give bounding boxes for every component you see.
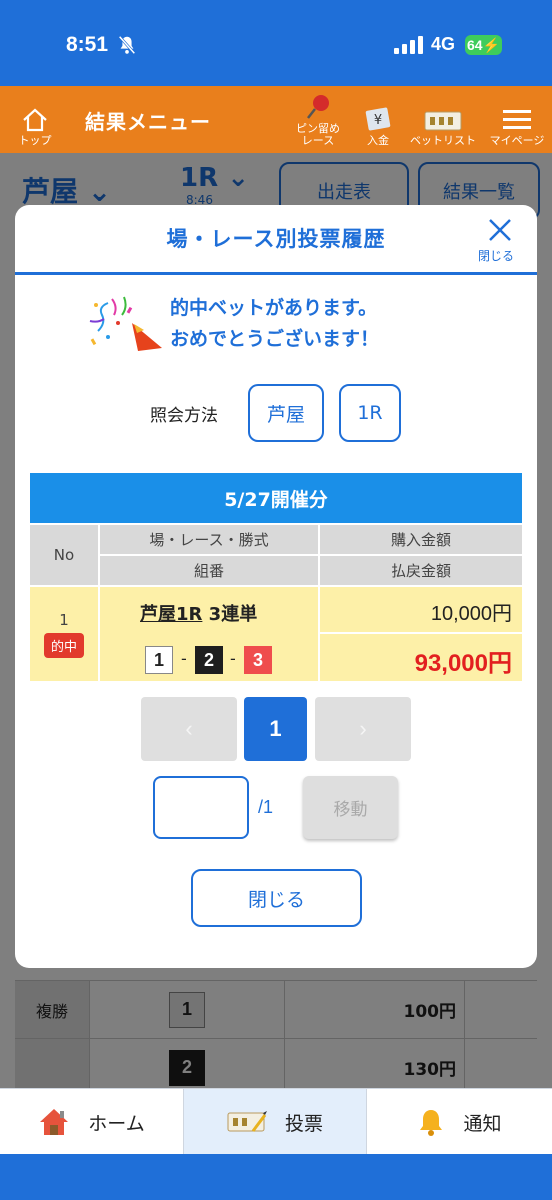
combo-second: 2 [195, 646, 223, 674]
title-divider [15, 272, 537, 275]
deposit-button[interactable]: ¥ 入金 [356, 86, 400, 153]
date-header: 5/27開催分 [30, 473, 522, 523]
battery-icon: 64 ⚡ [465, 35, 502, 55]
hit-badge: 的中 [43, 632, 84, 658]
combo-first: 1 [145, 646, 173, 674]
nav-home[interactable]: ホーム [0, 1089, 183, 1155]
signal-icon [394, 36, 423, 54]
payout-amount: 93,000円 [414, 650, 512, 677]
status-time: 8:51 [66, 33, 109, 56]
battery-level: 64 [466, 37, 483, 53]
deposit-label: 入金 [367, 134, 389, 147]
nav-home-label: ホーム [88, 1112, 145, 1135]
query-race-button[interactable]: 1R [339, 384, 401, 442]
current-page-button[interactable]: 1 [244, 697, 307, 761]
party-popper-icon [89, 296, 162, 351]
bet-history-modal: 場・レース別投票履歴 閉じる 的中ベットがあります。 おめでとうございます！ 照… [15, 205, 537, 968]
bell-icon [420, 1110, 443, 1136]
col-no: No [30, 525, 98, 585]
combo-third: 3 [244, 646, 272, 674]
col-purchase: 購入金額 [320, 525, 522, 554]
pin-label: ピン留め レース [296, 122, 340, 147]
top-label: トップ [18, 134, 52, 147]
modal-title: 場・レース別投票履歴 [166, 227, 386, 251]
nav-notify[interactable]: 通知 [367, 1089, 552, 1155]
close-label[interactable]: 閉じる [478, 247, 514, 264]
bottom-nav: ホーム 投票 通知 [0, 1088, 552, 1155]
col-race: 場・レース・勝式 [100, 525, 318, 554]
svg-text:¥: ¥ [374, 113, 382, 128]
hamburger-icon [503, 110, 531, 129]
purchase-amount: 10,000円 [430, 603, 512, 625]
congrats-message: 的中ベットがあります。 おめでとうございます！ [170, 293, 379, 355]
house-icon [40, 1109, 69, 1135]
menu-title: 結果メニュー [85, 110, 211, 134]
congrats-line-1: 的中ベットがあります。 [170, 297, 378, 319]
bet-ticket-icon [227, 1111, 267, 1132]
race-link[interactable]: 芦屋1R [140, 604, 202, 625]
page-total: /1 [258, 797, 274, 817]
col-combo: 組番 [100, 556, 318, 585]
query-method-label: 照会方法 [150, 406, 218, 426]
nav-vote[interactable]: 投票 [184, 1089, 366, 1155]
next-page-button[interactable]: › [315, 697, 411, 761]
network-label: 4G [431, 34, 456, 54]
combo-dash: - [181, 649, 187, 668]
bet-type: 3連単 [208, 604, 258, 625]
bell-off-icon [118, 35, 136, 55]
move-button[interactable]: 移動 [303, 776, 398, 839]
home-outline-icon [23, 108, 47, 132]
bottom-bar [0, 1154, 552, 1200]
page-number-input[interactable] [153, 776, 249, 839]
nav-vote-label: 投票 [284, 1112, 323, 1135]
combo-dash: - [230, 649, 236, 668]
prev-page-button[interactable]: ‹ [141, 697, 237, 761]
congrats-line-2: おめでとうございます！ [170, 328, 380, 350]
query-venue-button[interactable]: 芦屋 [248, 384, 324, 442]
col-payout: 払戻金額 [320, 556, 522, 585]
nav-notify-label: 通知 [463, 1112, 502, 1135]
yen-ticket-icon: ¥ [365, 107, 391, 131]
betlist-icon [424, 111, 462, 131]
betlist-label: ベットリスト [410, 134, 476, 147]
close-icon[interactable] [485, 215, 515, 245]
mypage-button[interactable]: マイページ [486, 86, 548, 153]
race-detail: 芦屋1R 3連単 [140, 600, 257, 626]
status-bar: 8:51 4G 64 ⚡ [0, 0, 552, 86]
top-button[interactable]: トップ [10, 86, 60, 153]
row-number-value: 1 [59, 610, 69, 629]
pin-race-button[interactable]: ピン留め レース [283, 86, 353, 153]
app-header: トップ ピン留め レース ¥ 入金 ベットリスト マイページ [0, 86, 552, 153]
close-button[interactable]: 閉じる [191, 869, 362, 927]
betlist-button[interactable]: ベットリスト [408, 86, 478, 153]
row-number: 1 的中 [30, 587, 98, 681]
pin-icon [307, 95, 329, 119]
mypage-label: マイページ [489, 134, 545, 147]
